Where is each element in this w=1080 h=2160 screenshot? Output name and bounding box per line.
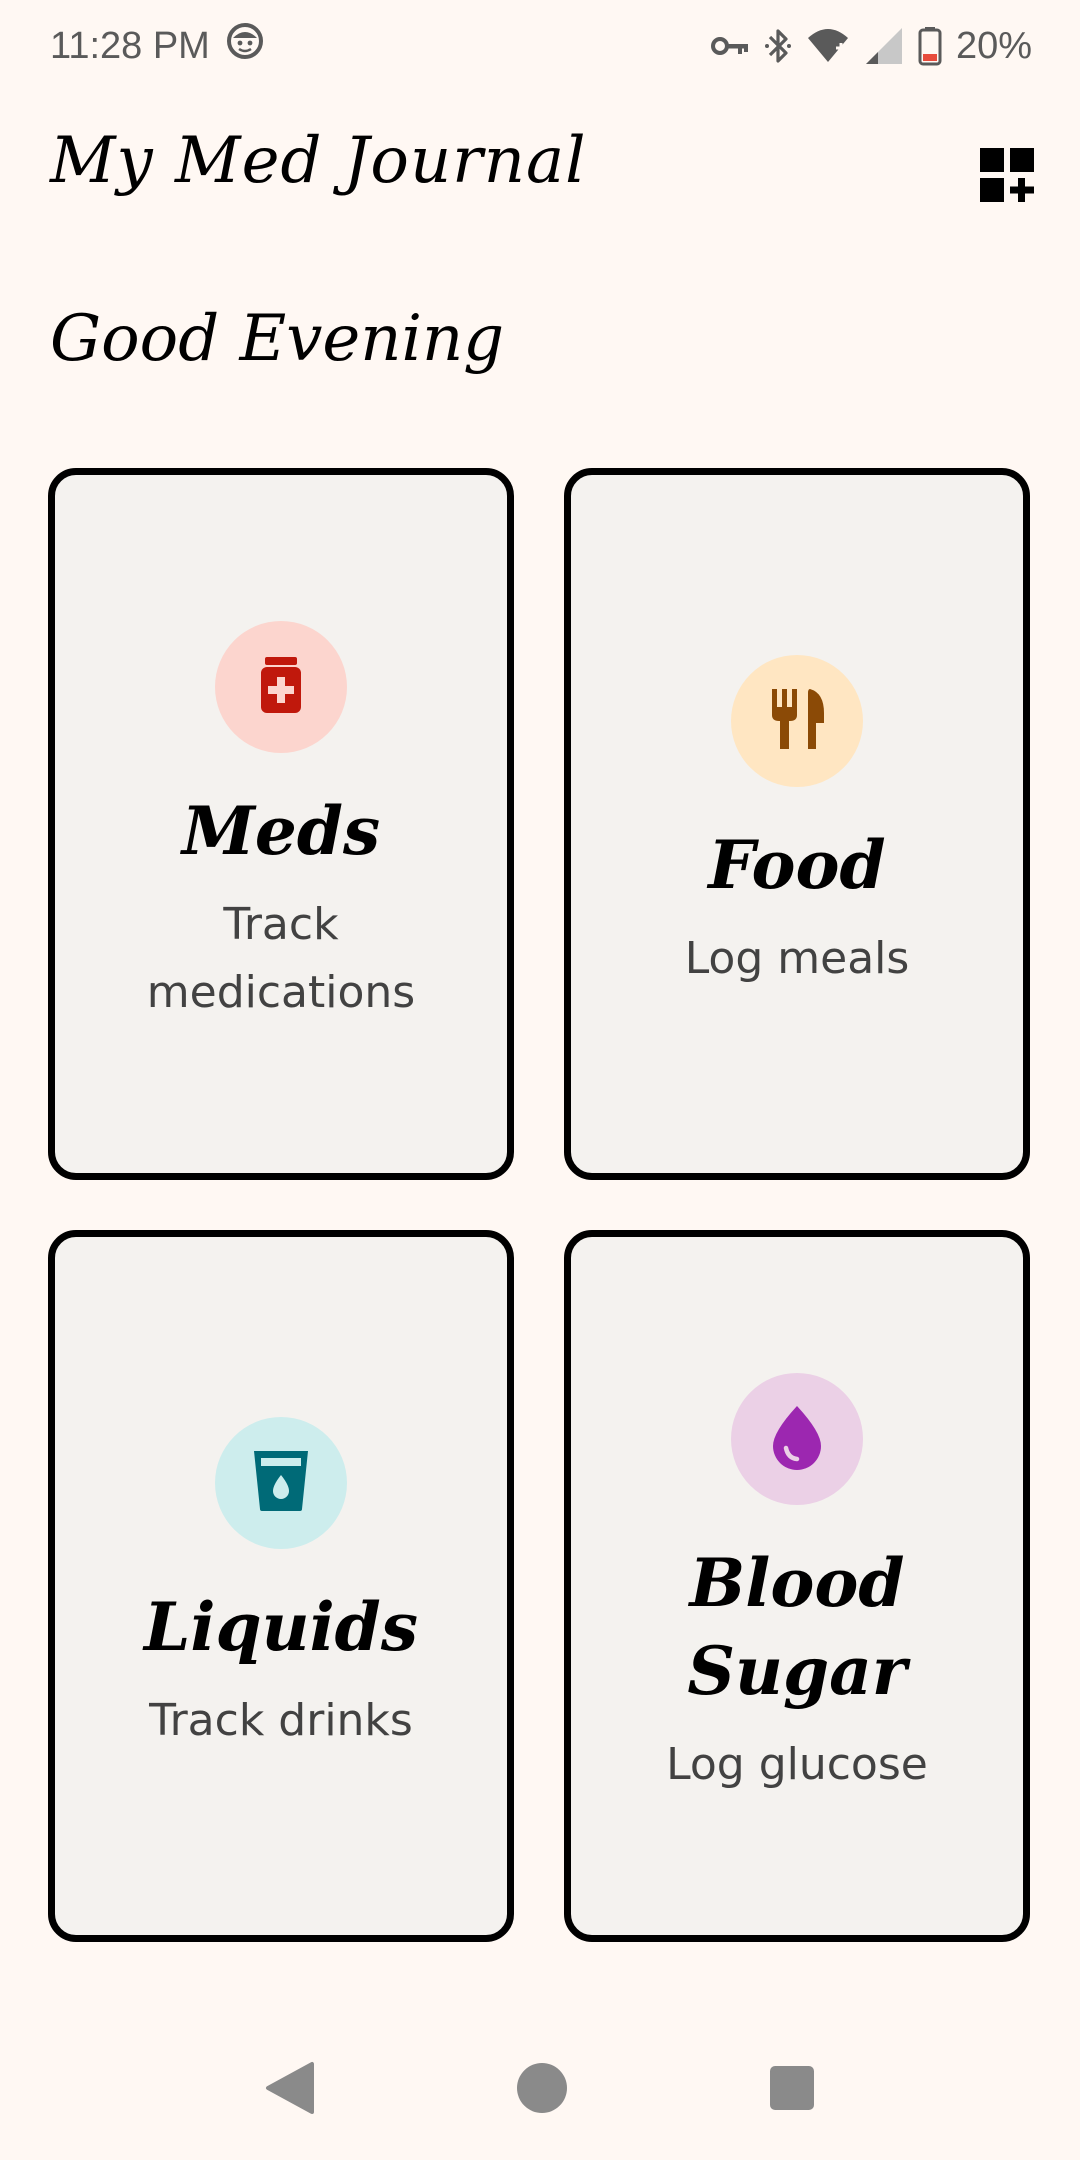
food-card[interactable]: Food Log meals xyxy=(564,468,1030,1180)
liquids-icon-circle xyxy=(215,1417,347,1549)
card-subtitle: Log glucose xyxy=(666,1739,928,1790)
app-title: My Med Journal xyxy=(50,124,587,198)
recents-icon[interactable] xyxy=(768,2064,816,2116)
battery-percent: 20% xyxy=(955,24,1032,67)
medicine-bottle-icon xyxy=(257,655,305,719)
battery-icon xyxy=(918,26,942,66)
home-icon[interactable] xyxy=(516,2062,568,2118)
blood-sugar-card[interactable]: Blood Sugar Log glucose xyxy=(564,1230,1030,1942)
signal-icon xyxy=(864,26,904,66)
face-icon xyxy=(226,22,264,70)
meds-icon-circle xyxy=(215,621,347,753)
status-right: 20% xyxy=(710,25,1032,68)
blood-sugar-icon-circle xyxy=(731,1373,863,1505)
status-bar: 11:28 PM 20% xyxy=(0,0,1080,92)
blood-drop-icon xyxy=(769,1404,825,1474)
greeting: Good Evening xyxy=(50,302,505,376)
status-left: 11:28 PM xyxy=(50,22,264,70)
restaurant-icon xyxy=(766,687,828,755)
grid-add-icon[interactable] xyxy=(978,146,1036,204)
bluetooth-icon xyxy=(764,26,792,66)
liquids-card[interactable]: Liquids Track drinks xyxy=(48,1230,514,1942)
card-title: Meds xyxy=(181,792,381,870)
status-time: 11:28 PM xyxy=(50,24,210,67)
card-subtitle: Track drinks xyxy=(149,1695,413,1746)
card-subtitle: Log meals xyxy=(684,933,910,984)
vpn-key-icon xyxy=(710,33,750,59)
wifi-icon xyxy=(806,26,850,66)
meds-card[interactable]: Meds Track medications xyxy=(48,468,514,1180)
card-title: Blood Sugar xyxy=(687,1544,907,1710)
food-icon-circle xyxy=(731,655,863,787)
card-subtitle: Track medications xyxy=(146,899,416,1018)
card-title: Food xyxy=(708,826,886,904)
navigation-bar xyxy=(0,2040,1080,2140)
card-title: Liquids xyxy=(144,1588,418,1666)
water-glass-icon xyxy=(252,1449,310,1517)
back-icon[interactable] xyxy=(264,2060,316,2120)
